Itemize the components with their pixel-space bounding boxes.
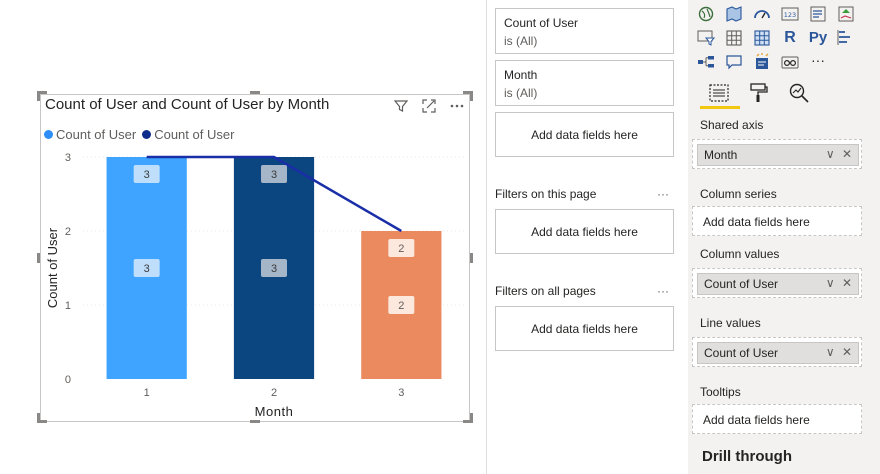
more-visuals-icon[interactable]: ··· [809,52,827,70]
slicer-icon[interactable] [697,29,715,47]
resize-handle-top-right[interactable] [470,91,473,101]
page-filters-heading: Filters on this page [495,187,597,201]
y-tick-label: 2 [65,226,71,238]
filter-field-name: Month [504,68,538,82]
filter-field-value: is (All) [504,34,538,48]
field-pill-month[interactable]: Month ∨ ✕ [697,144,859,166]
column-data-label: 3 [144,263,150,275]
drill-through-heading: Drill through [702,448,792,465]
resize-handle-top[interactable] [250,91,260,94]
x-tick-label: 2 [271,387,277,399]
field-pill-label: Month [704,148,738,162]
filter-field-value: is (All) [504,86,538,100]
active-tab-indicator [700,106,740,109]
well-empty-text: Add data fields here [703,215,810,229]
column-data-label: 2 [398,300,404,312]
table-icon[interactable] [725,29,743,47]
all-pages-filters-heading: Filters on all pages [495,284,596,298]
paginated-icon[interactable] [781,53,799,71]
svg-text:123: 123 [784,11,796,19]
matrix-icon[interactable] [753,29,771,47]
column-data-label: 3 [271,263,277,275]
field-pill-controls-icon[interactable]: ∨ ✕ [826,276,854,290]
y-tick-label: 1 [65,300,71,312]
well-shared-axis[interactable]: Month ∨ ✕ [692,139,862,169]
field-pill-count-of-user[interactable]: Count of User ∨ ✕ [697,273,859,295]
x-axis-title: Month [255,404,294,419]
field-pill-count-of-user-line[interactable]: Count of User ∨ ✕ [697,342,859,364]
y-tick-label: 3 [65,152,71,164]
fields-well-icon[interactable] [708,82,730,104]
well-heading-line-values: Line values [700,316,761,330]
chart-plot-area[interactable]: 3 3 2 3 3 2 0 1 2 3 1 2 3 Month Count of User [40,140,470,422]
well-heading-shared-axis: Shared axis [700,118,764,132]
focus-mode-icon[interactable] [421,98,437,114]
resize-handle-right[interactable] [470,253,473,263]
line-data-label: 3 [144,169,150,181]
well-column-values[interactable]: Count of User ∨ ✕ [692,268,862,298]
card-icon[interactable]: 123 [781,5,799,23]
qa-icon[interactable] [725,53,743,71]
analytics-magnifier-icon[interactable] [788,82,810,104]
field-pill-controls-icon[interactable]: ∨ ✕ [826,147,854,161]
field-pill-label: Count of User [704,277,779,291]
well-line-values[interactable]: Count of User ∨ ✕ [692,337,862,367]
field-pill-label: Count of User [704,346,779,360]
field-pill-controls-icon[interactable]: ∨ ✕ [826,345,854,359]
filter-card-count-of-user[interactable]: Count of User is (All) [495,8,674,54]
page-filters-more-icon[interactable]: ··· [657,187,669,201]
well-heading-tooltips: Tooltips [700,385,741,399]
y-tick-label: 0 [65,374,71,386]
y-axis-title: Count of User [45,227,60,308]
well-column-series[interactable]: Add data fields here [692,206,862,236]
page-filter-drop-zone[interactable]: Add data fields here [495,209,674,254]
well-tooltips[interactable]: Add data fields here [692,404,862,434]
multirow-card-icon[interactable] [809,5,827,23]
legend-dot-icon [142,130,152,139]
filter-card-month[interactable]: Month is (All) [495,60,674,106]
filters-pane: Count of User is (All) Month is (All) Ad… [487,0,687,474]
python-visual-icon[interactable]: Py [807,29,829,47]
filter-field-name: Count of User [504,16,579,30]
more-options-icon[interactable] [449,98,465,114]
x-tick-label: 1 [144,387,150,399]
key-influencers-icon[interactable] [837,29,855,47]
filter-icon[interactable] [393,98,409,114]
well-heading-column-series: Column series [700,187,777,201]
visual-title: Count of User and Count of User by Month [45,96,330,113]
r-visual-icon[interactable]: R [781,29,799,47]
smart-narrative-icon[interactable] [753,53,771,71]
gauge-icon[interactable] [753,5,771,23]
filled-map-icon[interactable] [725,5,743,23]
x-tick-label: 3 [398,387,404,399]
well-empty-text: Add data fields here [703,413,810,427]
globe-map-icon[interactable] [697,5,715,23]
visualizations-pane: 123 R Py ··· Shared axis Month ∨ ✕ Colum… [688,0,880,474]
visual-filter-drop-zone[interactable]: Add data fields here [495,112,674,157]
well-heading-column-values: Column values [700,247,780,261]
decomposition-tree-icon[interactable] [697,53,715,71]
resize-handle-top-left[interactable] [37,91,40,101]
all-pages-filter-drop-zone[interactable]: Add data fields here [495,306,674,351]
line-data-label: 2 [398,243,404,255]
resize-handle-bottom-right[interactable] [470,413,473,423]
legend-dot-icon [44,130,53,139]
line-data-label: 3 [271,169,277,181]
all-pages-filters-more-icon[interactable]: ··· [657,284,669,298]
format-paint-roller-icon[interactable] [748,82,770,104]
kpi-icon[interactable] [837,5,855,23]
